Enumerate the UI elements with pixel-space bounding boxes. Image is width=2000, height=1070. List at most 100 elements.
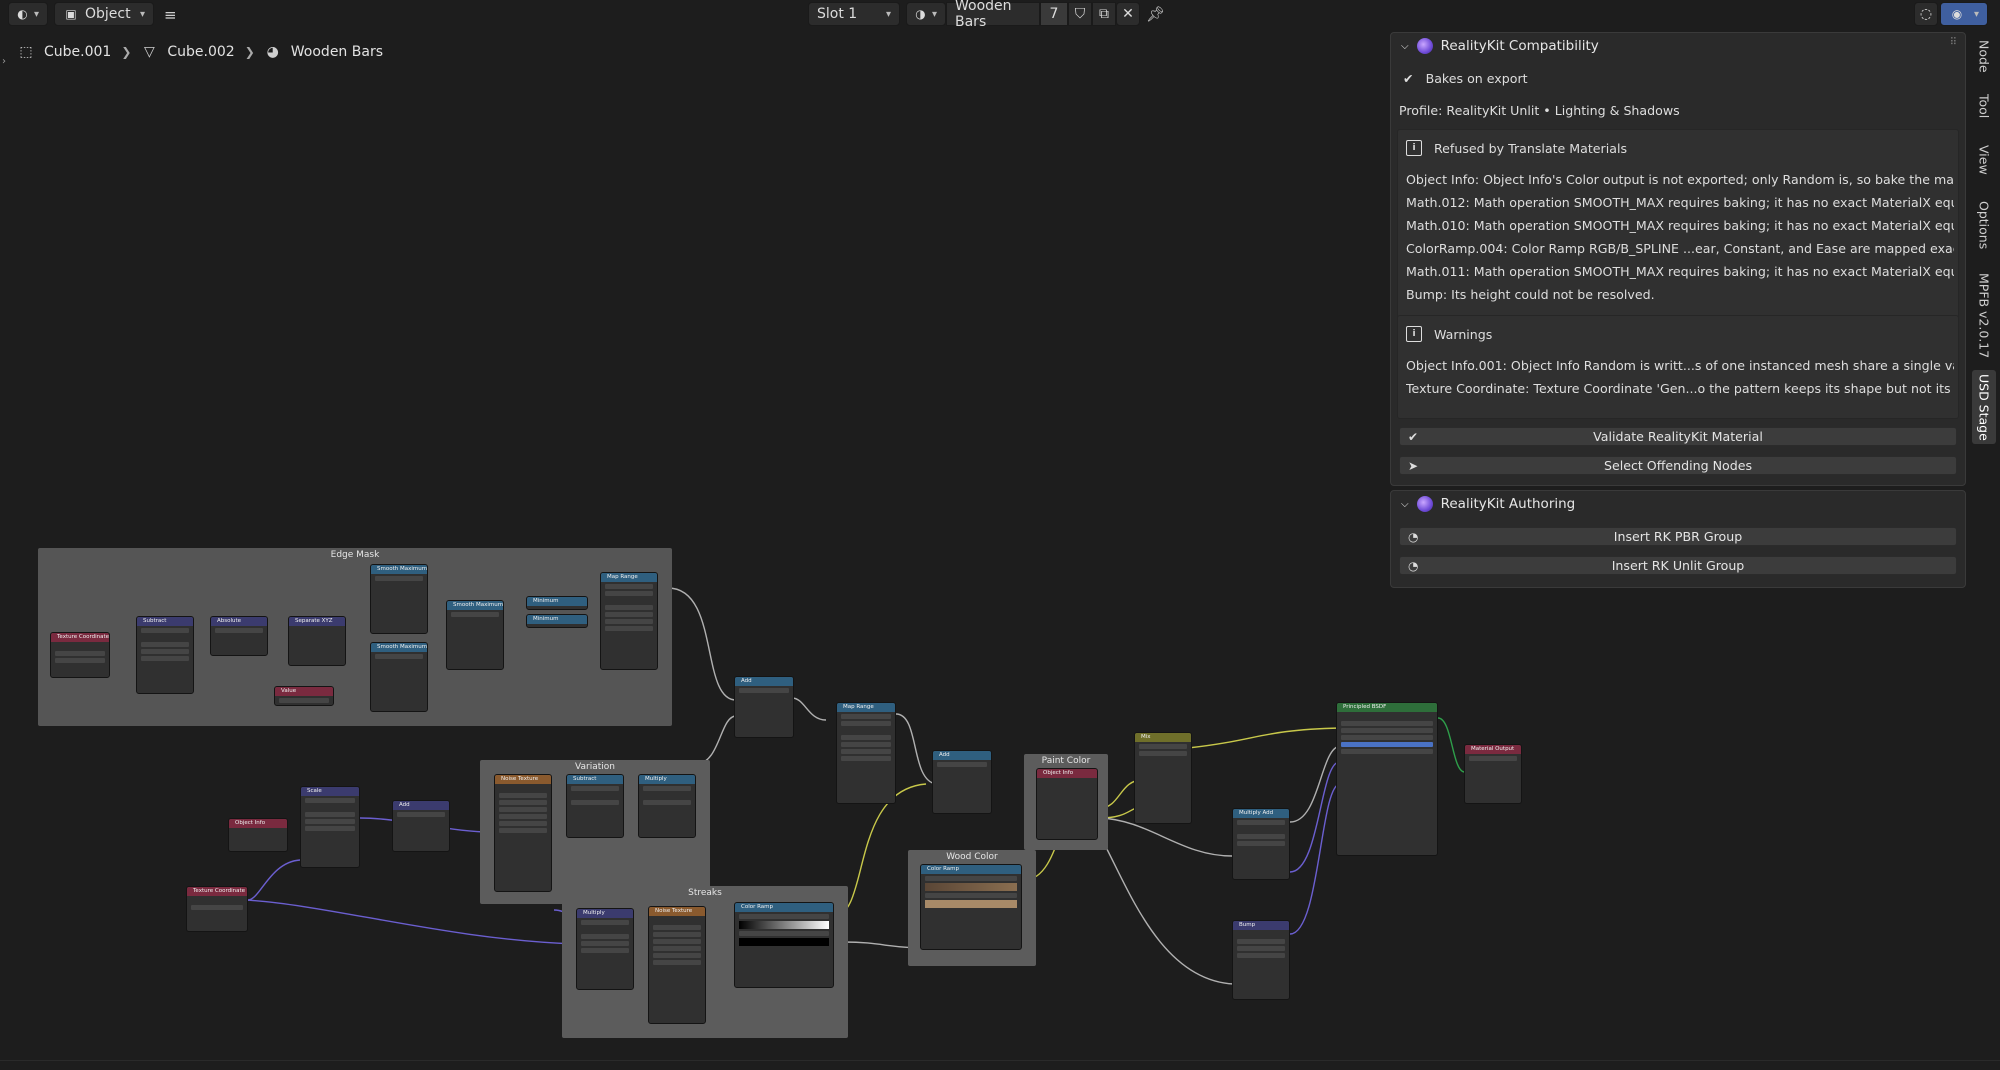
node-noise-texture[interactable]: Noise Texture — [648, 906, 706, 1024]
node-field[interactable] — [305, 819, 355, 824]
tab-view[interactable]: View — [1972, 140, 1996, 180]
node-bump[interactable]: Bump — [1232, 920, 1290, 1000]
node-field[interactable] — [499, 793, 547, 798]
tab-options[interactable]: Options — [1972, 190, 1996, 260]
color-ramp-gradient[interactable] — [925, 883, 1017, 891]
panel-header[interactable]: ⌵ RealityKit Compatibility — [1401, 35, 1599, 57]
insert-rk-pbr-group-button[interactable]: ◔ Insert RK PBR Group — [1399, 527, 1957, 546]
node-field[interactable] — [1237, 841, 1285, 846]
node-field[interactable] — [1139, 744, 1187, 749]
node-field[interactable] — [653, 939, 701, 944]
node-object-info[interactable]: Object Info — [1036, 768, 1098, 840]
node-field[interactable] — [571, 786, 619, 791]
node-field[interactable] — [1341, 742, 1433, 747]
node-mix[interactable]: Mix — [1134, 732, 1192, 824]
node-field[interactable] — [1237, 834, 1285, 839]
node-field[interactable] — [305, 812, 355, 817]
node-field[interactable] — [55, 658, 105, 663]
node-field[interactable] — [141, 656, 189, 661]
node-map-range[interactable]: Map Range — [600, 572, 658, 670]
node-field[interactable] — [279, 698, 329, 703]
node-minimum[interactable]: Minimum — [526, 614, 588, 628]
node-field[interactable] — [305, 826, 355, 831]
node-field[interactable] — [739, 914, 829, 919]
node-field[interactable] — [55, 651, 105, 656]
node-field[interactable] — [653, 932, 701, 937]
node-field[interactable] — [1341, 721, 1433, 726]
validate-realitykit-material-button[interactable]: ✔ Validate RealityKit Material — [1399, 427, 1957, 446]
node-field[interactable] — [653, 925, 701, 930]
node-field[interactable] — [739, 931, 829, 936]
node-field[interactable] — [141, 649, 189, 654]
node-add[interactable]: Add — [932, 750, 992, 814]
drag-handle-icon[interactable]: ⠿ — [1950, 37, 1957, 48]
node-absolute[interactable]: Absolute — [210, 616, 268, 656]
node-field[interactable] — [581, 941, 629, 946]
node-field[interactable] — [653, 953, 701, 958]
node-smooth-maximum[interactable]: Smooth Maximum — [370, 564, 428, 634]
node-field[interactable] — [375, 654, 423, 659]
node-field[interactable] — [605, 584, 653, 589]
node-field[interactable] — [841, 721, 891, 726]
node-subtract[interactable]: Subtract — [566, 774, 624, 838]
node-multiply-add[interactable]: Multiply Add — [1232, 808, 1290, 880]
node-field[interactable] — [1139, 751, 1187, 756]
node-field[interactable] — [581, 948, 629, 953]
node-field[interactable] — [191, 905, 243, 910]
node-scale[interactable]: Scale — [300, 786, 360, 868]
node-field[interactable] — [215, 628, 263, 633]
node-field[interactable] — [499, 807, 547, 812]
node-multiply[interactable]: Multiply — [576, 908, 634, 990]
node-field[interactable] — [397, 812, 445, 817]
node-field[interactable] — [1341, 749, 1433, 754]
node-field[interactable] — [643, 800, 691, 805]
node-field[interactable] — [841, 756, 891, 761]
node-field[interactable] — [499, 814, 547, 819]
node-texture-coordinate[interactable]: Texture Coordinate — [186, 886, 248, 932]
node-principled-bsdf[interactable]: Principled BSDF — [1336, 702, 1438, 856]
tab-usd-stage[interactable]: USD Stage — [1972, 370, 1996, 444]
node-field[interactable] — [937, 762, 987, 767]
color-swatch[interactable] — [739, 938, 829, 946]
select-offending-nodes-button[interactable]: ➤ Select Offending Nodes — [1399, 456, 1957, 475]
node-field[interactable] — [643, 786, 691, 791]
node-subtract[interactable]: Subtract — [136, 616, 194, 694]
node-texture-coordinate[interactable]: Texture Coordinate — [50, 632, 110, 678]
node-field[interactable] — [1237, 946, 1285, 951]
node-field[interactable] — [499, 800, 547, 805]
tab-node[interactable]: Node — [1972, 36, 1996, 76]
node-field[interactable] — [605, 605, 653, 610]
node-field[interactable] — [1341, 728, 1433, 733]
node-field[interactable] — [571, 800, 619, 805]
node-field[interactable] — [1469, 756, 1517, 761]
frame-edge-mask[interactable]: Edge Mask — [38, 548, 672, 726]
node-field[interactable] — [581, 934, 629, 939]
node-field[interactable] — [841, 735, 891, 740]
node-field[interactable] — [925, 876, 1017, 881]
node-value[interactable]: Value — [274, 686, 334, 706]
panel-header[interactable]: ⌵ RealityKit Authoring — [1401, 493, 1575, 515]
node-field[interactable] — [841, 742, 891, 747]
node-add[interactable]: Add — [392, 800, 450, 852]
node-field[interactable] — [739, 688, 789, 693]
node-field[interactable] — [653, 960, 701, 965]
node-object-info[interactable]: Object Info — [228, 818, 288, 852]
node-field[interactable] — [605, 626, 653, 631]
node-field[interactable] — [605, 612, 653, 617]
node-map-range[interactable]: Map Range — [836, 702, 896, 804]
node-field[interactable] — [305, 798, 355, 803]
node-color-ramp[interactable]: Color Ramp — [920, 864, 1022, 950]
node-noise-texture[interactable]: Noise Texture — [494, 774, 552, 892]
node-field[interactable] — [581, 920, 629, 925]
node-field[interactable] — [1237, 820, 1285, 825]
node-field[interactable] — [499, 828, 547, 833]
node-field[interactable] — [1341, 735, 1433, 740]
node-field[interactable] — [375, 576, 423, 581]
node-field[interactable] — [141, 642, 189, 647]
node-minimum[interactable]: Minimum — [526, 596, 588, 610]
node-field[interactable] — [1237, 939, 1285, 944]
node-field[interactable] — [141, 628, 189, 633]
tab-tool[interactable]: Tool — [1972, 86, 1996, 126]
node-field[interactable] — [451, 612, 499, 617]
node-add[interactable]: Add — [734, 676, 794, 738]
